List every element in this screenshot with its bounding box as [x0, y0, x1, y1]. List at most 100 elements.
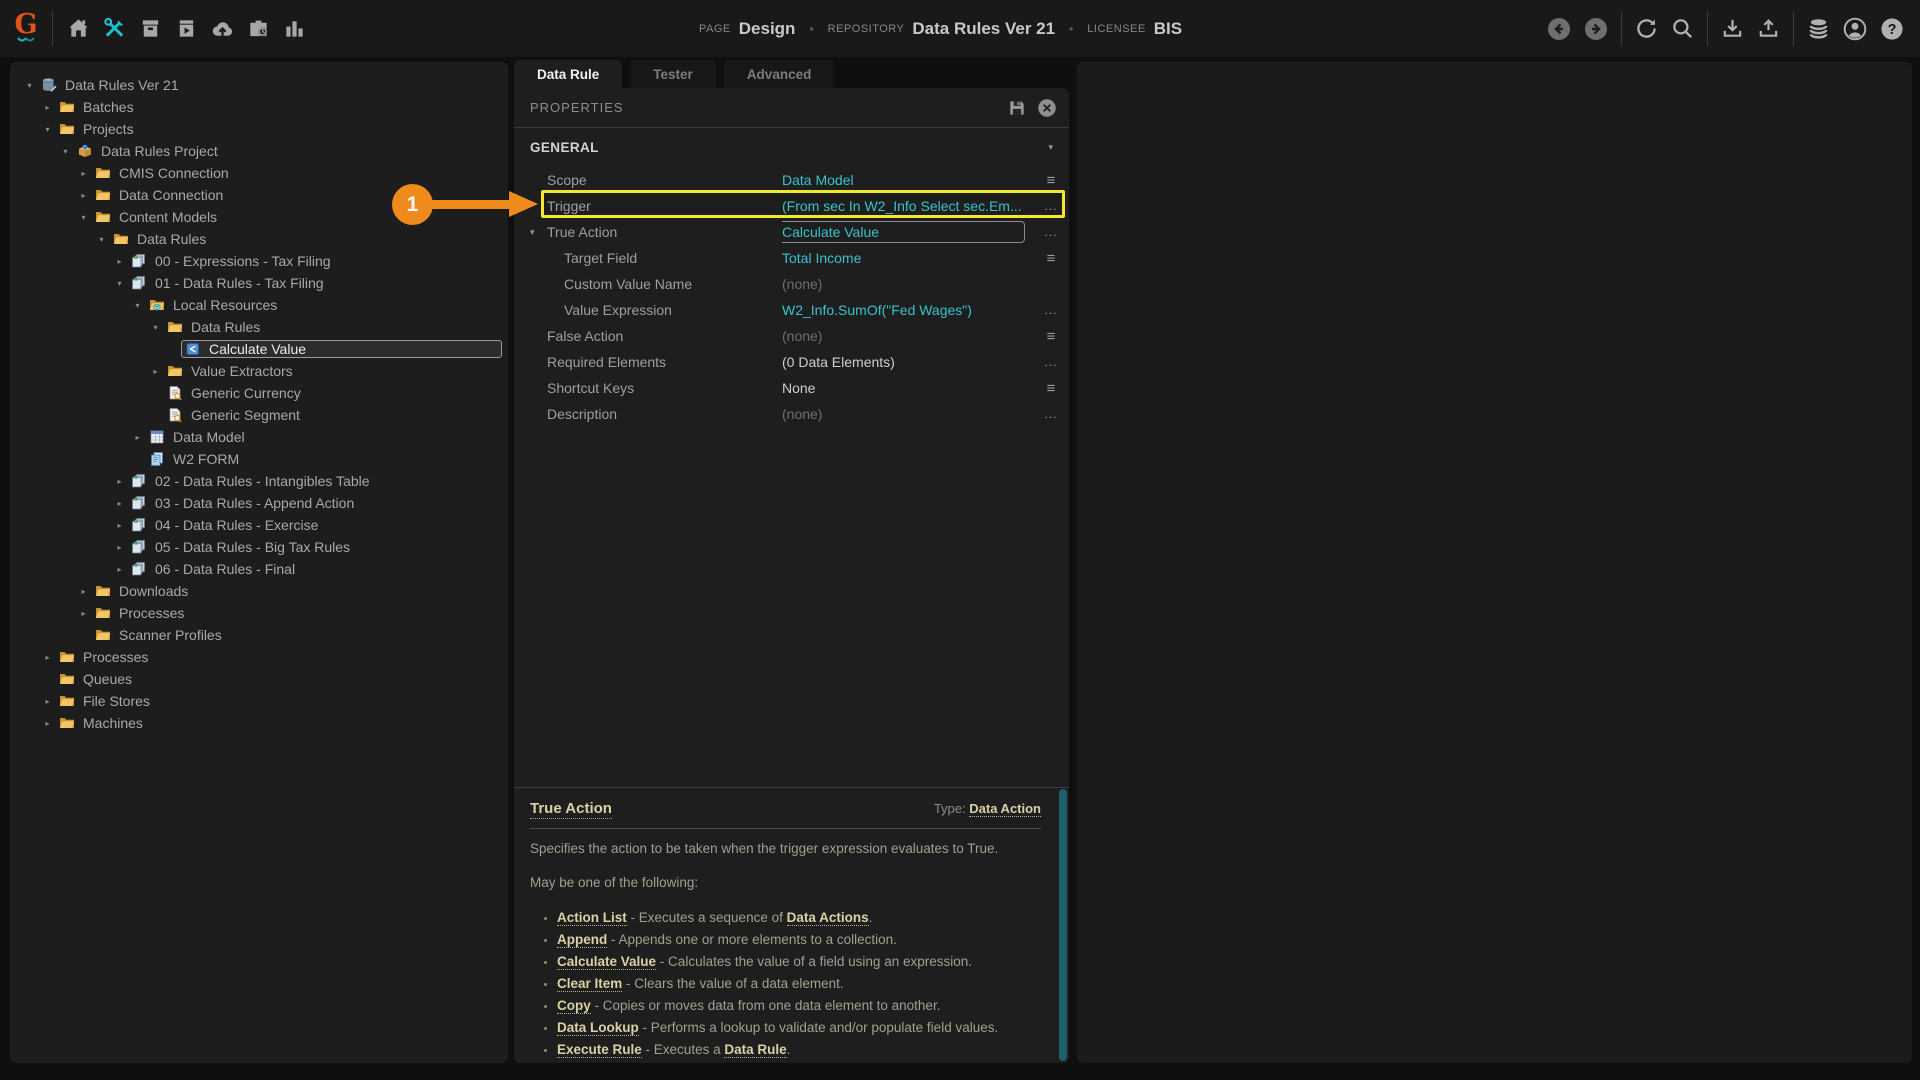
property-row-false-action[interactable]: False Action(none)≡: [514, 323, 1069, 349]
close-icon[interactable]: [1037, 98, 1057, 118]
tree-item-01-data-rules-tax-filing[interactable]: ▾01 - Data Rules - Tax Filing: [10, 272, 508, 294]
property-row-value-expression[interactable]: Value ExpressionW2_Info.SumOf("Fed Wages…: [514, 297, 1069, 323]
upload-icon[interactable]: [1757, 17, 1780, 40]
tab-data-rule[interactable]: Data Rule: [514, 60, 622, 88]
tree-collapsed-icon[interactable]: ▸: [40, 103, 55, 112]
tree-item-content-models[interactable]: ▾Content Models: [10, 206, 508, 228]
tree-item-local-resources[interactable]: ▾Local Resources: [10, 294, 508, 316]
save-icon[interactable]: [1007, 98, 1027, 118]
property-value[interactable]: Calculate Value: [782, 221, 1025, 243]
tree-item-batches[interactable]: ▸Batches: [10, 96, 508, 118]
tree-collapsed-icon[interactable]: ▸: [112, 499, 127, 508]
import-cloud-icon[interactable]: [211, 17, 234, 40]
tree-collapsed-icon[interactable]: ▸: [148, 367, 163, 376]
help-link[interactable]: Clear Item: [557, 976, 622, 992]
tree-item-calculate-value[interactable]: Calculate Value: [10, 338, 508, 360]
row-menu-icon[interactable]: ≡: [1033, 172, 1069, 189]
tree-item-generic-currency[interactable]: Generic Currency: [10, 382, 508, 404]
refresh-icon[interactable]: [1635, 17, 1658, 40]
tree-expanded-icon[interactable]: ▾: [112, 279, 127, 288]
row-expanded-icon[interactable]: ▾: [530, 227, 547, 238]
tree-item-processes[interactable]: ▸Processes: [10, 602, 508, 624]
tree-expanded-icon[interactable]: ▾: [76, 213, 91, 222]
property-row-target-field[interactable]: Target FieldTotal Income≡: [514, 245, 1069, 271]
property-value[interactable]: Total Income: [782, 250, 861, 266]
tree-collapsed-icon[interactable]: ▸: [40, 719, 55, 728]
property-value[interactable]: None: [782, 380, 815, 396]
property-row-required-elements[interactable]: Required Elements(0 Data Elements)...: [514, 349, 1069, 375]
tree-collapsed-icon[interactable]: ▸: [40, 697, 55, 706]
tree-item-queues[interactable]: Queues: [10, 668, 508, 690]
tree-item-02-data-rules-intangibles-table[interactable]: ▸02 - Data Rules - Intangibles Table: [10, 470, 508, 492]
property-value[interactable]: (none): [782, 328, 822, 344]
home-icon[interactable]: [67, 17, 90, 40]
database-icon[interactable]: [1807, 17, 1830, 40]
jobs-briefcase-icon[interactable]: [247, 17, 270, 40]
property-value[interactable]: Data Model: [782, 172, 854, 188]
tree-item-downloads[interactable]: ▸Downloads: [10, 580, 508, 602]
batches-box-icon[interactable]: [139, 17, 162, 40]
tree-collapsed-icon[interactable]: ▸: [76, 609, 91, 618]
tree-item-machines[interactable]: ▸Machines: [10, 712, 508, 734]
tree-item-data-model[interactable]: ▸Data Model: [10, 426, 508, 448]
tab-advanced[interactable]: Advanced: [724, 60, 835, 88]
section-general[interactable]: GENERAL ▾: [514, 128, 1069, 167]
tree-collapsed-icon[interactable]: ▸: [40, 653, 55, 662]
tree-collapsed-icon[interactable]: ▸: [76, 587, 91, 596]
tree-item-data-rules-project[interactable]: ▾Data Rules Project: [10, 140, 508, 162]
property-value[interactable]: W2_Info.SumOf("Fed Wages"): [782, 302, 972, 318]
tree-item-data-rules[interactable]: ▾Data Rules: [10, 228, 508, 250]
tree-item-data-rules[interactable]: ▾Data Rules: [10, 316, 508, 338]
help-link[interactable]: Append: [557, 932, 607, 948]
repository-value[interactable]: Data Rules Ver 21: [912, 19, 1055, 39]
tree-collapsed-icon[interactable]: ▸: [112, 521, 127, 530]
tree-expanded-icon[interactable]: ▾: [130, 301, 145, 310]
property-row-true-action[interactable]: ▾True ActionCalculate Value...: [514, 219, 1069, 245]
tree-item-data-rules-ver-21[interactable]: ▾Data Rules Ver 21: [10, 74, 508, 96]
help-scrollbar[interactable]: [1059, 789, 1067, 1061]
tree-expanded-icon[interactable]: ▾: [40, 125, 55, 134]
tree-collapsed-icon[interactable]: ▸: [112, 565, 127, 574]
tree-item-generic-segment[interactable]: Generic Segment: [10, 404, 508, 426]
row-menu-icon[interactable]: ≡: [1033, 250, 1069, 267]
tree-collapsed-icon[interactable]: ▸: [112, 477, 127, 486]
tree-item-file-stores[interactable]: ▸File Stores: [10, 690, 508, 712]
tree-item-processes[interactable]: ▸Processes: [10, 646, 508, 668]
row-ellipsis-button[interactable]: ...: [1033, 407, 1069, 421]
forward-icon[interactable]: [1584, 17, 1608, 41]
row-menu-icon[interactable]: ≡: [1033, 380, 1069, 397]
tree-item-w2-form[interactable]: W2 FORM: [10, 448, 508, 470]
property-row-scope[interactable]: ScopeData Model≡: [514, 167, 1069, 193]
help-link[interactable]: Data Lookup: [557, 1020, 639, 1036]
help-icon[interactable]: ?: [1880, 17, 1904, 41]
tree-expanded-icon[interactable]: ▾: [94, 235, 109, 244]
help-link[interactable]: Action List: [557, 910, 627, 926]
grooper-logo[interactable]: G: [0, 13, 52, 44]
tree-expanded-icon[interactable]: ▾: [148, 323, 163, 332]
row-ellipsis-button[interactable]: ...: [1033, 303, 1069, 317]
tree-item-03-data-rules-append-action[interactable]: ▸03 - Data Rules - Append Action: [10, 492, 508, 514]
property-value[interactable]: (0 Data Elements): [782, 354, 895, 370]
page-value[interactable]: Design: [739, 19, 796, 39]
property-value[interactable]: (From sec In W2_Info Select sec.Em...: [782, 198, 1022, 214]
design-tools-icon[interactable]: [103, 17, 126, 40]
tree-item-scanner-profiles[interactable]: Scanner Profiles: [10, 624, 508, 646]
property-row-description[interactable]: Description(none)...: [514, 401, 1069, 427]
help-link[interactable]: Copy: [557, 998, 591, 1014]
help-link[interactable]: Data Rule: [724, 1042, 786, 1058]
tree-collapsed-icon[interactable]: ▸: [112, 257, 127, 266]
user-icon[interactable]: [1843, 17, 1867, 41]
back-icon[interactable]: [1547, 17, 1571, 41]
tree-collapsed-icon[interactable]: ▸: [76, 191, 91, 200]
property-value[interactable]: (none): [782, 406, 822, 422]
help-link[interactable]: Calculate Value: [557, 954, 656, 970]
row-ellipsis-button[interactable]: ...: [1033, 355, 1069, 369]
help-link[interactable]: Data Actions: [787, 910, 869, 926]
tree-expanded-icon[interactable]: ▾: [58, 147, 73, 156]
help-type-link[interactable]: Data Action: [969, 801, 1041, 817]
tab-tester[interactable]: Tester: [630, 60, 716, 88]
stats-chart-icon[interactable]: [283, 17, 306, 40]
tree-item-04-data-rules-exercise[interactable]: ▸04 - Data Rules - Exercise: [10, 514, 508, 536]
property-row-shortcut-keys[interactable]: Shortcut KeysNone≡: [514, 375, 1069, 401]
tree-item-value-extractors[interactable]: ▸Value Extractors: [10, 360, 508, 382]
